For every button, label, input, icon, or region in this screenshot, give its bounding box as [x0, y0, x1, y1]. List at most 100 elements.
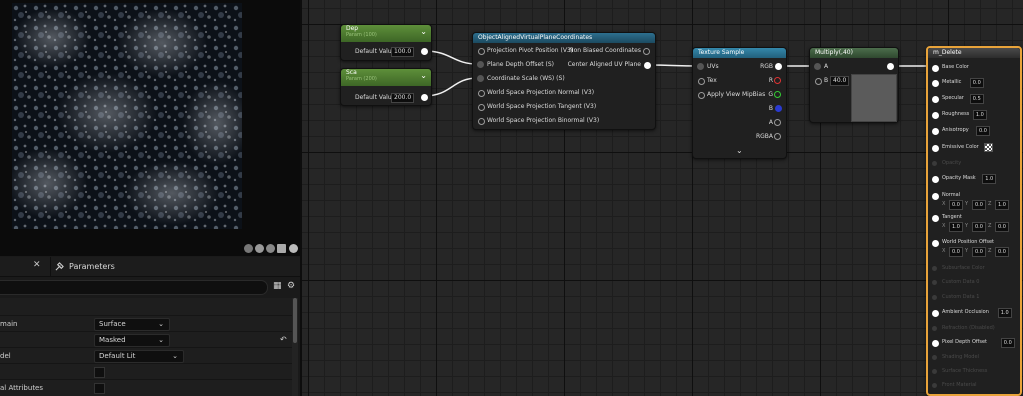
material-input-pin[interactable] [932, 176, 939, 183]
param-node-dep[interactable]: Dep Param (100) ⌄ Default Value 100.0 [340, 24, 432, 61]
vector-component-field[interactable]: 0.0 [949, 200, 963, 210]
material-pin-value[interactable]: 0.5 [969, 94, 984, 104]
preview-cube-button[interactable] [277, 244, 286, 253]
input-pin[interactable] [478, 48, 485, 55]
output-pin-r[interactable] [774, 77, 781, 84]
material-pin-value[interactable]: 0.0 [1000, 338, 1015, 348]
material-input-pin[interactable] [932, 310, 939, 317]
default-value-field[interactable]: 200.0 [391, 93, 415, 103]
input-pin[interactable] [477, 61, 484, 68]
emissive-color-swatch[interactable] [984, 143, 993, 152]
input-pin[interactable] [815, 78, 822, 85]
output-pin-b[interactable] [775, 105, 782, 112]
material-input-pin[interactable] [932, 326, 937, 331]
output-pin[interactable] [775, 63, 782, 70]
input-pin[interactable] [477, 75, 484, 82]
close-tab-button[interactable]: ✕ [33, 258, 43, 272]
vector-component-field[interactable]: 0.0 [972, 247, 986, 257]
material-pin-value[interactable]: 1.0 [997, 308, 1012, 318]
tab-parameters[interactable]: Parameters [50, 257, 123, 276]
material-input-pin[interactable] [932, 145, 939, 152]
blend-mode-dropdown[interactable]: Masked ⌄ [94, 334, 170, 347]
input-pin[interactable] [698, 78, 705, 85]
material-input-pin[interactable] [932, 295, 937, 300]
preview-sphere-button[interactable] [244, 244, 253, 253]
material-input-pin[interactable] [932, 193, 939, 200]
property-checkbox[interactable] [94, 383, 105, 394]
material-pin-value[interactable]: 0.0 [976, 126, 990, 136]
material-pin-label: Ambient Occlusion [942, 309, 989, 315]
preview-cylinder-button[interactable] [255, 244, 264, 253]
shading-model-dropdown[interactable]: Default Lit ⌄ [94, 350, 184, 363]
function-node-object-aligned-virtual-plane[interactable]: ObjectAlignedVirtualPlaneCoordinates Pro… [472, 32, 656, 130]
material-input-pin[interactable] [932, 280, 937, 285]
input-pin[interactable] [478, 118, 485, 125]
material-graph-canvas[interactable]: Dep Param (100) ⌄ Default Value 100.0 Sc… [302, 0, 1023, 396]
input-pin-label: Coordinate Scale (WS) (S) [487, 75, 565, 82]
input-pin[interactable] [698, 92, 705, 99]
output-pin-g[interactable] [774, 91, 781, 98]
scrollbar-thumb[interactable] [293, 298, 297, 343]
details-row: Masked ⌄ ↶ [0, 331, 292, 348]
material-input-pin[interactable] [932, 215, 939, 222]
material-input-pin[interactable] [932, 340, 939, 347]
output-pin[interactable] [774, 133, 781, 140]
vector-component-field[interactable]: 0.0 [995, 247, 1009, 257]
output-pin[interactable] [643, 48, 650, 55]
output-pin[interactable] [644, 62, 651, 69]
material-input-pin[interactable] [932, 161, 937, 166]
search-input[interactable] [0, 280, 268, 295]
material-input-pin[interactable] [932, 80, 939, 87]
viewport-preview[interactable] [0, 0, 300, 256]
param-node-sca[interactable]: Sca Param (200) ⌄ Default Value 200.0 [340, 68, 432, 106]
multiply-node[interactable]: Multiply(,40) A B 40.0 [809, 47, 899, 123]
vector-component-field[interactable]: 0.0 [995, 222, 1009, 232]
material-input-pin[interactable] [932, 369, 937, 374]
output-pin-label: Center Aligned UV Plane [567, 61, 641, 68]
table-view-icon[interactable]: ▦ [273, 281, 282, 291]
vector-component-field[interactable]: 0.0 [949, 247, 963, 257]
output-pin[interactable] [887, 63, 894, 70]
default-value-field[interactable]: 100.0 [391, 47, 415, 57]
material-input-pin[interactable] [932, 96, 939, 103]
preview-plane-button[interactable] [266, 244, 275, 253]
input-pin-label: Plane Depth Offset (S) [487, 61, 554, 68]
input-pin-label: UVs [707, 63, 719, 70]
input-pin[interactable] [814, 63, 821, 70]
reset-arrow-icon[interactable]: ↶ [280, 335, 287, 344]
material-input-pin[interactable] [932, 112, 939, 119]
material-output-node[interactable]: m_Delete Base Color Metallic 0.0 Specular 0.… [926, 46, 1022, 396]
material-pin-label: Specular [942, 95, 964, 101]
vector-component-field[interactable]: 1.0 [949, 222, 963, 232]
preview-teapot-button[interactable] [289, 244, 298, 253]
b-value-field[interactable]: 40.0 [830, 76, 850, 86]
property-checkbox[interactable] [94, 367, 105, 378]
material-input-pin[interactable] [932, 266, 937, 271]
input-pin[interactable] [478, 90, 485, 97]
input-pin[interactable] [697, 63, 704, 70]
material-input-pin[interactable] [932, 383, 937, 388]
expand-chevron-icon[interactable]: ⌄ [736, 146, 743, 155]
material-input-pin[interactable] [932, 355, 937, 360]
vector-component-field[interactable]: 0.0 [972, 222, 986, 232]
output-pin[interactable] [421, 48, 428, 55]
input-pin-label: World Space Projection Binormal (V3) [487, 117, 600, 124]
output-pin[interactable] [774, 119, 781, 126]
material-pin-value[interactable]: 0.0 [969, 78, 984, 88]
material-pin-value[interactable]: 1.0 [982, 174, 997, 184]
vector-component-field[interactable]: 0.0 [972, 200, 986, 210]
details-scrollbar[interactable] [292, 298, 298, 396]
vector-component-field[interactable]: 1.0 [995, 200, 1009, 210]
material-input-pin[interactable] [932, 240, 939, 247]
input-pin[interactable] [478, 104, 485, 111]
collapse-chevron-icon[interactable]: ⌄ [420, 27, 427, 36]
settings-gear-icon[interactable]: ⚙ [287, 281, 295, 291]
material-domain-dropdown[interactable]: Surface ⌄ [94, 318, 170, 331]
material-input-pin[interactable] [932, 65, 939, 72]
output-pin[interactable] [421, 94, 428, 101]
texture-sample-node[interactable]: Texture Sample UVs Tex Apply View MipBia… [692, 47, 787, 159]
material-input-pin[interactable] [932, 128, 939, 135]
tab-parameters-label: Parameters [69, 262, 115, 271]
collapse-chevron-icon[interactable]: ⌄ [420, 71, 427, 80]
material-pin-value[interactable]: 1.0 [972, 110, 987, 120]
